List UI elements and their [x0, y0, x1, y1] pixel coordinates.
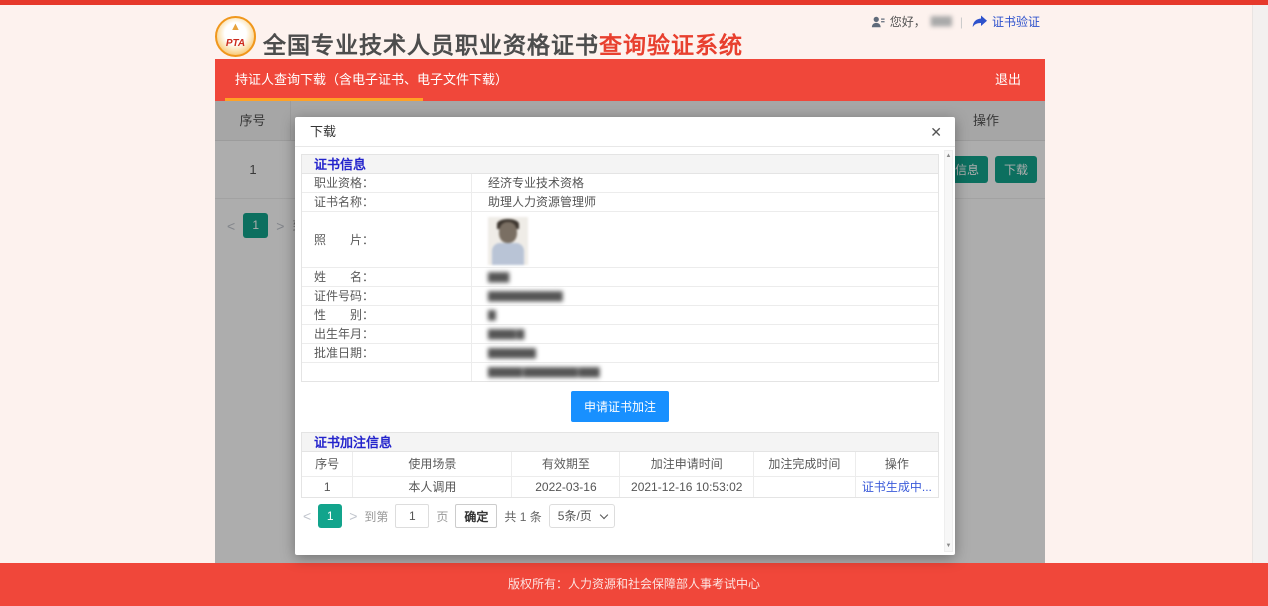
- portrait-photo: [488, 217, 528, 265]
- info-row-photo: 照 片：: [302, 212, 938, 268]
- cell-usage-scene: 本人调用: [353, 476, 512, 497]
- field-value-redacted: ▇▇▇▇▇▇▇: [472, 344, 938, 362]
- modal-scrollbar[interactable]: ▲ ▼: [944, 150, 953, 552]
- modal-pagination: < 1 > 到第 页 确定 共 1 条 5条/页: [303, 504, 939, 528]
- annotation-info-section: 证书加注信息 序号 使用场景 有效期至 加注申请时间 加注完成时间 操作 1 本…: [301, 432, 939, 498]
- pta-logo: ▲ PTA: [215, 16, 256, 57]
- page-size-value: 5条/页: [558, 509, 592, 523]
- info-row-region: ▇▇▇▇▇ ▇▇▇▇▇▇▇▇ ▇▇▇: [302, 363, 938, 381]
- col-complete-time: 加注完成时间: [754, 452, 856, 476]
- copyright-text: 版权所有：人力资源和社会保障部人事考试中心: [508, 575, 760, 592]
- field-value: 经济专业技术资格: [472, 174, 938, 192]
- share-arrow-icon: [972, 15, 987, 28]
- annotation-table-header: 序号 使用场景 有效期至 加注申请时间 加注完成时间 操作: [302, 452, 938, 476]
- page-size-select[interactable]: 5条/页: [549, 504, 615, 528]
- cell-complete-time: [754, 476, 856, 497]
- cell-seq: 1: [302, 476, 353, 497]
- nav-bar: 持证人查询下载（含电子证书、电子文件下载） 退出: [215, 59, 1045, 101]
- apply-cert-annotation-button[interactable]: 申请证书加注: [571, 391, 669, 422]
- field-label: [302, 363, 472, 381]
- tab-holder-query-download[interactable]: 持证人查询下载（含电子证书、电子文件下载）: [235, 59, 508, 101]
- next-page-chevron[interactable]: >: [349, 508, 357, 524]
- field-label: 批准日期：: [302, 344, 472, 362]
- modal-titlebar: 下载 ✕: [295, 117, 955, 147]
- greeting-text: 您好，: [890, 13, 926, 30]
- chevron-down-icon: [600, 511, 608, 519]
- page-title-accent: 查询验证系统: [599, 32, 743, 58]
- info-row-approve-date: 批准日期： ▇▇▇▇▇▇▇: [302, 344, 938, 363]
- cell-valid-until: 2022-03-16: [512, 476, 620, 497]
- prev-page-chevron[interactable]: <: [303, 508, 311, 524]
- page-jump-input[interactable]: [395, 504, 429, 528]
- jump-prefix-label: 到第: [364, 508, 388, 525]
- field-label: 职业资格：: [302, 174, 472, 192]
- field-label: 证书名称：: [302, 193, 472, 211]
- header-divider: |: [960, 15, 963, 29]
- annotation-table: 序号 使用场景 有效期至 加注申请时间 加注完成时间 操作 1 本人调用 202…: [302, 452, 938, 497]
- scroll-up-icon[interactable]: ▲: [945, 152, 952, 160]
- col-apply-time: 加注申请时间: [620, 452, 754, 476]
- info-row-birth-date: 出生年月： ▇▇▇▇ ▇: [302, 325, 938, 344]
- field-value-redacted: ▇▇▇▇▇ ▇▇▇▇▇▇▇▇ ▇▇▇: [472, 363, 938, 381]
- info-row-id-number: 证件号码： ▇▇▇▇▇▇▇▇▇▇▇: [302, 287, 938, 306]
- current-page-button[interactable]: 1: [318, 504, 342, 528]
- field-label: 出生年月：: [302, 325, 472, 343]
- col-valid-until: 有效期至: [512, 452, 620, 476]
- info-row-qualification: 职业资格： 经济专业技术资格: [302, 174, 938, 193]
- field-value-redacted: ▇▇▇▇▇▇▇▇▇▇▇: [472, 287, 938, 305]
- scroll-down-icon[interactable]: ▼: [945, 542, 952, 550]
- top-accent-bar: [0, 0, 1268, 5]
- browser-scrollbar[interactable]: [1252, 5, 1268, 563]
- cert-info-section: 证书信息 职业资格： 经济专业技术资格 证书名称： 助理人力资源管理师 照 片：…: [301, 154, 939, 382]
- user-icon: [871, 15, 885, 29]
- field-label: 照 片：: [302, 212, 472, 267]
- info-row-name: 姓 名： ▇▇▇: [302, 268, 938, 287]
- annotation-section-title: 证书加注信息: [302, 433, 938, 452]
- modal-title: 下载: [310, 124, 336, 139]
- annotation-table-row: 1 本人调用 2022-03-16 2021-12-16 10:53:02 证书…: [302, 476, 938, 497]
- footer: 版权所有：人力资源和社会保障部人事考试中心: [0, 563, 1268, 606]
- field-label: 证件号码：: [302, 287, 472, 305]
- cert-info-section-title: 证书信息: [302, 155, 938, 174]
- annotate-button-wrap: 申请证书加注: [301, 391, 939, 422]
- info-row-cert-name: 证书名称： 助理人力资源管理师: [302, 193, 938, 212]
- field-value-redacted: ▇▇▇▇ ▇: [472, 325, 938, 343]
- logout-button[interactable]: 退出: [995, 59, 1021, 101]
- field-value-redacted: ▇▇▇: [472, 268, 938, 286]
- info-row-gender: 性 别： ▇: [302, 306, 938, 325]
- confirm-page-button[interactable]: 确定: [455, 504, 497, 528]
- field-value: 助理人力资源管理师: [472, 193, 938, 211]
- page-unit-label: 页: [436, 508, 448, 525]
- cell-apply-time: 2021-12-16 10:53:02: [620, 476, 754, 497]
- col-seq: 序号: [302, 452, 353, 476]
- user-name-redacted: ▇▇▇: [931, 16, 951, 27]
- field-value: [472, 212, 938, 267]
- close-icon[interactable]: ✕: [930, 117, 942, 147]
- page-title-main: 全国专业技术人员职业资格证书: [263, 32, 599, 58]
- field-label: 姓 名：: [302, 268, 472, 286]
- field-value-redacted: ▇: [472, 306, 938, 324]
- logo-flame-icon: ▲: [217, 22, 254, 32]
- download-modal: 下载 ✕ 证书信息 职业资格： 经济专业技术资格 证书名称： 助理人力资源管理师…: [295, 117, 955, 555]
- modal-body: 证书信息 职业资格： 经济专业技术资格 证书名称： 助理人力资源管理师 照 片：…: [295, 148, 943, 555]
- user-area: 您好， ▇▇▇ | 证书验证: [871, 13, 1040, 30]
- logo-text: PTA: [217, 38, 254, 49]
- col-action: 操作: [855, 452, 938, 476]
- col-usage-scene: 使用场景: [353, 452, 512, 476]
- page-title: 全国专业技术人员职业资格证书查询验证系统: [263, 26, 743, 60]
- total-count-label: 共 1 条: [504, 508, 541, 525]
- cert-verify-link[interactable]: 证书验证: [992, 13, 1040, 30]
- field-label: 性 别：: [302, 306, 472, 324]
- cert-generating-link[interactable]: 证书生成中...: [862, 480, 932, 494]
